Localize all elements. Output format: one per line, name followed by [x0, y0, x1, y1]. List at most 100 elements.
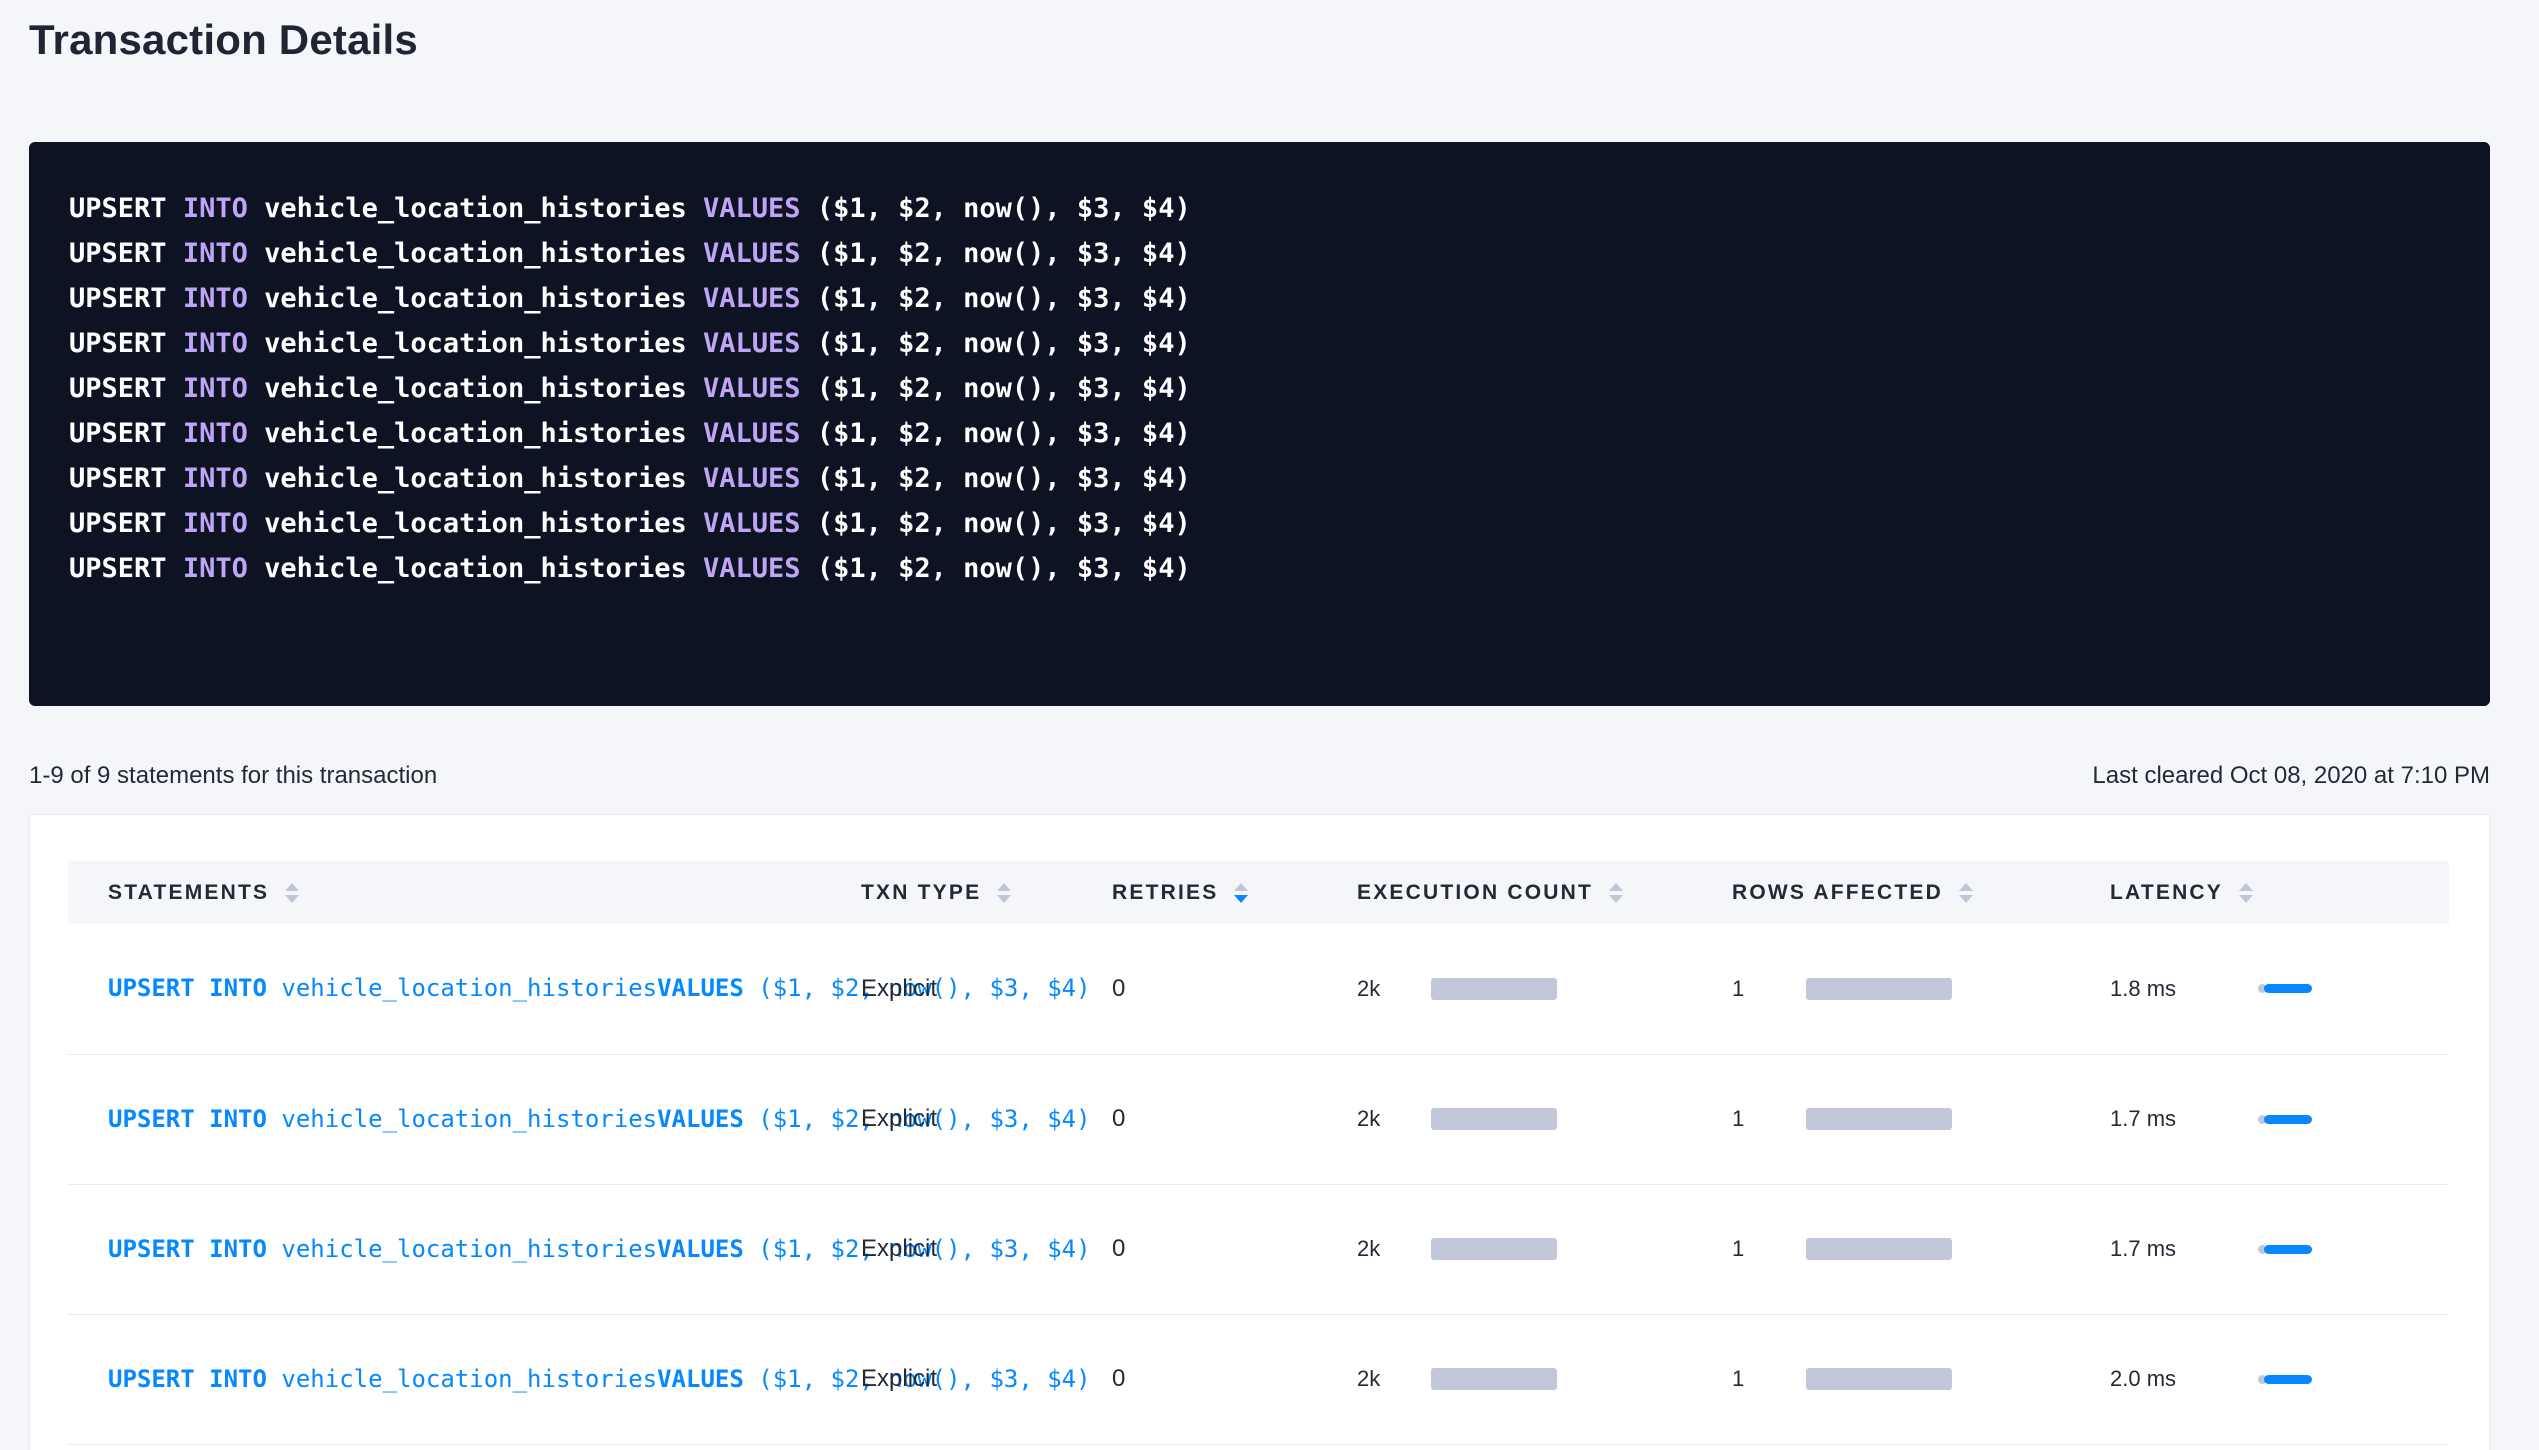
header-retries-label: RETRIES: [1112, 881, 1218, 905]
latency-value: 1.7 ms: [2110, 1236, 2228, 1262]
statements-table-body: UPSERT INTO vehicle_location_historiesVA…: [68, 924, 2449, 1444]
execution-count-value: 2k: [1357, 976, 1403, 1002]
latency-bar-chart: [2258, 1115, 2312, 1124]
sort-arrows-icon[interactable]: [1609, 883, 1623, 903]
header-latency[interactable]: LATENCY: [2070, 861, 2449, 924]
latency-bar: [2264, 984, 2312, 993]
latency-cell: 1.7 ms: [2070, 1184, 2449, 1314]
header-statements-label: STATEMENTS: [108, 881, 269, 905]
retries-value: 0: [1112, 975, 1125, 1002]
txn-type-value: Explicit: [861, 975, 937, 1002]
header-retries[interactable]: RETRIES: [1072, 861, 1317, 924]
retries-cell: 0: [1072, 1054, 1317, 1184]
statement-link[interactable]: UPSERT INTO vehicle_location_historiesVA…: [108, 1358, 821, 1401]
sql-statement-line: UPSERT INTO vehicle_location_histories V…: [69, 321, 2450, 366]
page-title: Transaction Details: [29, 14, 2490, 66]
sql-code-block-lines: UPSERT INTO vehicle_location_histories V…: [69, 186, 2450, 591]
execution-count-bar: [1431, 1238, 1557, 1260]
table-row: UPSERT INTO vehicle_location_historiesVA…: [68, 924, 2449, 1054]
sort-arrows-icon[interactable]: [285, 883, 299, 903]
execution-count-value: 2k: [1357, 1106, 1403, 1132]
table-row: UPSERT INTO vehicle_location_historiesVA…: [68, 1314, 2449, 1444]
latency-cell: 1.8 ms: [2070, 924, 2449, 1054]
header-txn-type[interactable]: TXN TYPE: [821, 861, 1072, 924]
execution-count-cell: 2k: [1317, 1054, 1692, 1184]
table-row: UPSERT INTO vehicle_location_historiesVA…: [68, 1184, 2449, 1314]
statement-cell: UPSERT INTO vehicle_location_historiesVA…: [68, 924, 821, 1054]
sort-arrows-icon[interactable]: [1234, 883, 1248, 903]
header-latency-label: LATENCY: [2110, 881, 2223, 905]
latency-value: 2.0 ms: [2110, 1366, 2228, 1392]
retries-value: 0: [1112, 1105, 1125, 1132]
header-rows-affected[interactable]: ROWS AFFECTED: [1692, 861, 2070, 924]
execution-count-bar: [1431, 978, 1557, 1000]
statements-table-card: STATEMENTS TXN TYPE RETRIES: [29, 814, 2490, 1450]
rows-affected-cell: 1: [1692, 1184, 2070, 1314]
retries-cell: 0: [1072, 924, 1317, 1054]
last-cleared-text: Last cleared Oct 08, 2020 at 7:10 PM: [2092, 762, 2490, 790]
statement-link[interactable]: UPSERT INTO vehicle_location_historiesVA…: [108, 1098, 821, 1141]
latency-bar-chart: [2258, 984, 2312, 993]
sort-arrows-icon[interactable]: [2239, 883, 2253, 903]
retries-cell: 0: [1072, 1184, 1317, 1314]
latency-bar: [2264, 1115, 2312, 1124]
statements-table: STATEMENTS TXN TYPE RETRIES: [68, 861, 2449, 1445]
rows-affected-value: 1: [1732, 1236, 1778, 1262]
sql-statement-line: UPSERT INTO vehicle_location_histories V…: [69, 546, 2450, 591]
statement-cell: UPSERT INTO vehicle_location_historiesVA…: [68, 1054, 821, 1184]
summary-row: 1-9 of 9 statements for this transaction…: [29, 762, 2490, 790]
txn-type-value: Explicit: [861, 1105, 937, 1132]
rows-affected-bar: [1806, 1238, 1952, 1260]
statements-summary: 1-9 of 9 statements for this transaction: [29, 762, 437, 790]
latency-bar-chart: [2258, 1245, 2312, 1254]
statement-cell: UPSERT INTO vehicle_location_historiesVA…: [68, 1184, 821, 1314]
sql-code-block: UPSERT INTO vehicle_location_histories V…: [29, 142, 2490, 706]
txn-type-value: Explicit: [861, 1235, 937, 1262]
sql-statement-line: UPSERT INTO vehicle_location_histories V…: [69, 276, 2450, 321]
retries-value: 0: [1112, 1365, 1125, 1392]
retries-cell: 0: [1072, 1314, 1317, 1444]
execution-count-cell: 2k: [1317, 1184, 1692, 1314]
table-row: UPSERT INTO vehicle_location_historiesVA…: [68, 1054, 2449, 1184]
latency-cell: 1.7 ms: [2070, 1054, 2449, 1184]
latency-cell: 2.0 ms: [2070, 1314, 2449, 1444]
transaction-details-page: Transaction Details UPSERT INTO vehicle_…: [0, 0, 2539, 1450]
rows-affected-cell: 1: [1692, 1314, 2070, 1444]
latency-bar-chart: [2258, 1375, 2312, 1384]
header-execution-count[interactable]: EXECUTION COUNT: [1317, 861, 1692, 924]
execution-count-bar: [1431, 1108, 1557, 1130]
sql-statement-line: UPSERT INTO vehicle_location_histories V…: [69, 456, 2450, 501]
txn-type-value: Explicit: [861, 1365, 937, 1392]
header-rows-affected-label: ROWS AFFECTED: [1732, 881, 1943, 905]
sort-arrows-icon[interactable]: [997, 883, 1011, 903]
sort-arrows-icon[interactable]: [1959, 883, 1973, 903]
latency-value: 1.8 ms: [2110, 976, 2228, 1002]
sql-statement-line: UPSERT INTO vehicle_location_histories V…: [69, 231, 2450, 276]
rows-affected-bar: [1806, 1368, 1952, 1390]
table-header-row: STATEMENTS TXN TYPE RETRIES: [68, 861, 2449, 924]
header-statements[interactable]: STATEMENTS: [68, 861, 821, 924]
retries-value: 0: [1112, 1235, 1125, 1262]
latency-bar: [2264, 1245, 2312, 1254]
rows-affected-value: 1: [1732, 1106, 1778, 1132]
execution-count-cell: 2k: [1317, 1314, 1692, 1444]
sql-statement-line: UPSERT INTO vehicle_location_histories V…: [69, 411, 2450, 456]
rows-affected-cell: 1: [1692, 924, 2070, 1054]
execution-count-value: 2k: [1357, 1366, 1403, 1392]
header-txn-type-label: TXN TYPE: [861, 881, 981, 905]
statement-cell: UPSERT INTO vehicle_location_historiesVA…: [68, 1314, 821, 1444]
execution-count-bar: [1431, 1368, 1557, 1390]
sql-statement-line: UPSERT INTO vehicle_location_histories V…: [69, 186, 2450, 231]
statement-link[interactable]: UPSERT INTO vehicle_location_historiesVA…: [108, 967, 821, 1010]
rows-affected-value: 1: [1732, 976, 1778, 1002]
rows-affected-value: 1: [1732, 1366, 1778, 1392]
execution-count-cell: 2k: [1317, 924, 1692, 1054]
statement-link[interactable]: UPSERT INTO vehicle_location_historiesVA…: [108, 1228, 821, 1271]
sql-statement-line: UPSERT INTO vehicle_location_histories V…: [69, 366, 2450, 411]
rows-affected-bar: [1806, 1108, 1952, 1130]
sql-statement-line: UPSERT INTO vehicle_location_histories V…: [69, 501, 2450, 546]
rows-affected-bar: [1806, 978, 1952, 1000]
rows-affected-cell: 1: [1692, 1054, 2070, 1184]
execution-count-value: 2k: [1357, 1236, 1403, 1262]
latency-value: 1.7 ms: [2110, 1106, 2228, 1132]
